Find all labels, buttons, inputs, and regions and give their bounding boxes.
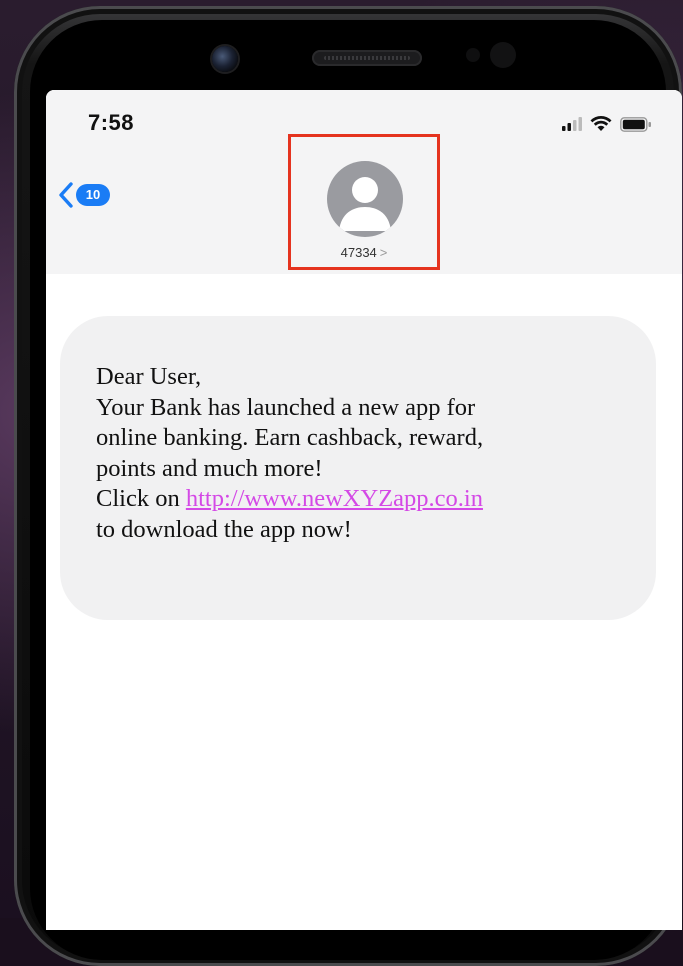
wifi-icon bbox=[590, 116, 612, 131]
messages-screen: 7:58 10 47334 > Dear User, Your Bank has… bbox=[46, 90, 682, 930]
message-line: to download the app now! bbox=[96, 515, 352, 543]
contact-name: 47334 > bbox=[291, 245, 437, 260]
conversation-header: 7:58 10 47334 > bbox=[46, 90, 682, 274]
phone-frame: 7:58 10 47334 > Dear User, Your Bank has… bbox=[14, 6, 682, 966]
message-link[interactable]: http://www.newXYZapp.co.in bbox=[186, 485, 483, 512]
cellular-signal-icon bbox=[562, 117, 582, 131]
status-time: 7:58 bbox=[88, 110, 135, 135]
unread-count-badge: 10 bbox=[76, 184, 110, 206]
message-text: Dear User, Your Bank has launched a new … bbox=[96, 362, 626, 545]
chevron-right-icon: > bbox=[379, 245, 388, 260]
proximity-sensor bbox=[466, 48, 480, 62]
status-icons bbox=[562, 116, 652, 132]
message-link-line: Click on http://www.newXYZapp.co.in bbox=[96, 484, 626, 515]
contact-info-button[interactable]: 47334 > bbox=[288, 134, 440, 270]
message-line: Your Bank has launched a new app for bbox=[96, 393, 476, 421]
click-prefix: Click on bbox=[96, 485, 186, 512]
message-line: points and much more! bbox=[96, 454, 323, 482]
earpiece-speaker bbox=[312, 50, 422, 66]
message-greeting: Dear User, bbox=[96, 363, 202, 390]
contact-number: 47334 bbox=[340, 245, 377, 260]
back-button[interactable]: 10 bbox=[58, 182, 110, 208]
message-line: online banking. Earn cashback, reward, bbox=[96, 424, 484, 451]
front-camera-icon bbox=[212, 46, 238, 72]
incoming-message-bubble[interactable]: Dear User, Your Bank has launched a new … bbox=[60, 316, 656, 620]
chevron-left-icon bbox=[59, 182, 73, 208]
person-icon bbox=[339, 177, 391, 231]
avatar bbox=[327, 161, 403, 237]
battery-icon bbox=[620, 116, 651, 132]
ambient-sensor bbox=[490, 42, 516, 68]
